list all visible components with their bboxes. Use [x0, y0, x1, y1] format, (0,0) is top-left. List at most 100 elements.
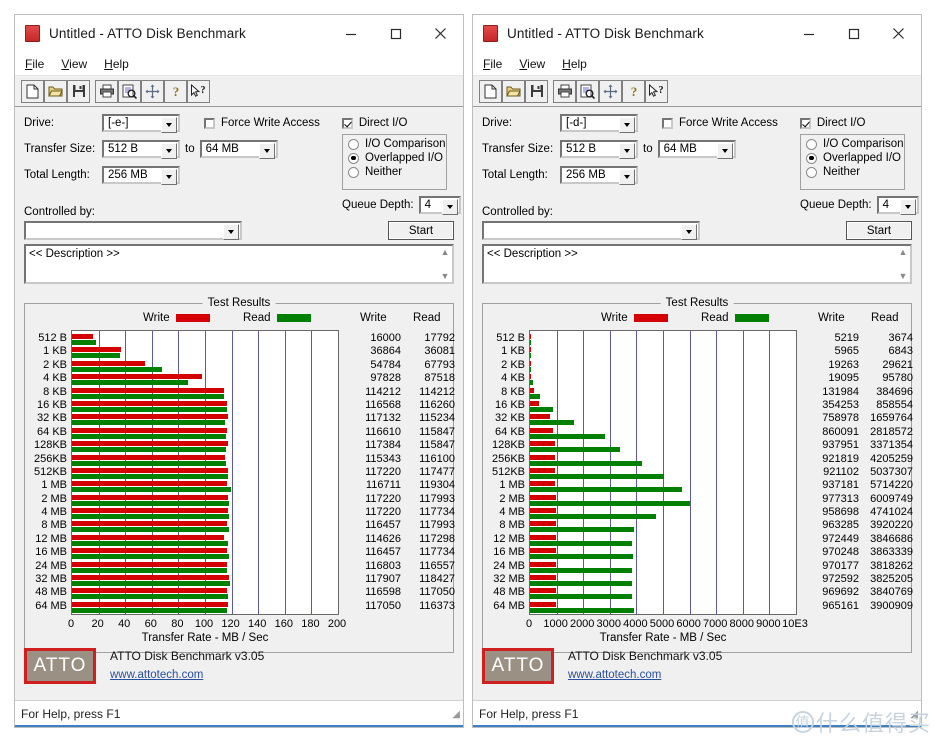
chevron-down-icon[interactable] — [619, 143, 635, 159]
print-preview-icon[interactable] — [118, 79, 141, 103]
transfer-size-from-select[interactable]: 512 B — [102, 140, 180, 159]
scroll-up-icon[interactable]: ▲ — [441, 247, 450, 257]
description-textarea[interactable]: << Description >> ▲ ▼ — [482, 244, 912, 284]
menu-item-help[interactable]: Help — [104, 57, 129, 71]
save-floppy-icon[interactable] — [67, 79, 90, 103]
write-value: 970177 — [822, 559, 859, 572]
x-tick-label: 10E3 — [782, 618, 808, 631]
help-icon[interactable]: ? — [164, 79, 187, 103]
chart-bar-row — [72, 387, 338, 400]
queue-depth-select[interactable]: 4 — [418, 196, 461, 215]
save-floppy-icon[interactable] — [525, 79, 548, 103]
minimize-button[interactable] — [786, 15, 831, 52]
io-comparison-radio[interactable] — [806, 138, 817, 150]
chevron-down-icon[interactable] — [899, 199, 916, 215]
read-value: 5037307 — [870, 465, 913, 478]
atto-website-link[interactable]: www.attotech.com — [568, 666, 722, 684]
direct-io-checkbox[interactable] — [799, 117, 811, 129]
new-document-icon[interactable] — [21, 79, 44, 103]
maximize-button[interactable] — [373, 15, 418, 52]
direct-io-checkbox[interactable] — [341, 117, 353, 129]
start-button[interactable]: Start — [846, 221, 912, 240]
transfer-size-to-value: 64 MB — [205, 143, 239, 155]
category-label: 64 MB — [493, 599, 525, 612]
description-textarea[interactable]: << Description >> ▲ ▼ — [24, 244, 454, 284]
scroll-down-icon[interactable]: ▼ — [899, 271, 908, 281]
context-help-icon[interactable]: ? — [187, 79, 210, 103]
x-tick-label: 60 — [144, 618, 157, 631]
help-icon[interactable]: ? — [622, 79, 645, 103]
io-mode-group: I/O Comparison Overlapped I/O Neither — [342, 134, 447, 190]
chevron-down-icon[interactable] — [258, 143, 275, 159]
write-bar — [530, 334, 531, 339]
chevron-down-icon[interactable] — [161, 169, 177, 185]
queue-depth-select[interactable]: 4 — [876, 196, 919, 215]
description-scrollbar[interactable]: ▲ ▼ — [897, 247, 909, 281]
drive-select[interactable]: [-e-] — [102, 114, 180, 133]
category-label: 64 KB — [495, 425, 525, 438]
chevron-down-icon[interactable] — [441, 199, 458, 215]
minimize-button[interactable] — [328, 15, 373, 52]
open-folder-icon[interactable] — [44, 79, 67, 103]
force-write-access-checkbox[interactable] — [662, 117, 673, 129]
controlled-by-select[interactable] — [482, 221, 700, 240]
write-value: 115343 — [365, 452, 401, 465]
menu-item-file[interactable]: File — [25, 57, 44, 71]
category-label: 48 MB — [493, 586, 525, 599]
test-results-group: Test Results Write Read Write Read 512 B1 KB 2… — [24, 297, 455, 653]
write-value: 972592 — [822, 573, 859, 586]
branding-bar: ATTO ATTO Disk Benchmark v3.05 www.attotec… — [24, 645, 454, 687]
open-folder-icon[interactable] — [502, 79, 525, 103]
io-comparison-radio[interactable] — [348, 138, 359, 150]
chevron-down-icon[interactable] — [681, 224, 697, 240]
close-button[interactable] — [876, 15, 921, 52]
neither-radio[interactable] — [348, 166, 359, 178]
print-icon[interactable] — [95, 79, 118, 103]
new-document-icon[interactable] — [479, 79, 502, 103]
chevron-down-icon[interactable] — [619, 117, 635, 133]
overlapped-io-radio[interactable] — [806, 152, 817, 164]
chevron-down-icon[interactable] — [223, 224, 239, 240]
chevron-down-icon[interactable] — [619, 169, 635, 185]
transfer-size-to-select[interactable]: 64 MB — [657, 140, 736, 159]
maximize-button[interactable] — [831, 15, 876, 52]
atto-website-link[interactable]: www.attotech.com — [110, 666, 264, 684]
window-right[interactable]: Untitled - ATTO Disk Benchmark File View He… — [472, 14, 922, 728]
menu-item-view[interactable]: View — [519, 57, 545, 71]
chevron-down-icon[interactable] — [161, 143, 177, 159]
total-length-select[interactable]: 256 MB — [102, 166, 180, 185]
start-button[interactable]: Start — [388, 221, 454, 240]
print-preview-icon[interactable] — [576, 79, 599, 103]
menu-item-file[interactable]: File — [483, 57, 502, 71]
move-icon[interactable] — [141, 79, 164, 103]
scroll-up-icon[interactable]: ▲ — [899, 247, 908, 257]
transfer-size-from-select[interactable]: 512 B — [560, 140, 638, 159]
chart-bar-row — [530, 520, 796, 533]
drive-select[interactable]: [-d-] — [560, 114, 638, 133]
force-write-access-checkbox[interactable] — [204, 117, 215, 129]
x-tick-label: 1000 — [543, 618, 568, 631]
chevron-down-icon[interactable] — [161, 117, 177, 133]
transfer-size-label: Transfer Size: — [24, 143, 96, 155]
menu-item-view[interactable]: View — [61, 57, 87, 71]
description-scrollbar[interactable]: ▲ ▼ — [439, 247, 451, 281]
context-help-icon[interactable]: ? — [645, 79, 668, 103]
neither-radio[interactable] — [806, 166, 817, 178]
transfer-size-to-select[interactable]: 64 MB — [199, 140, 278, 159]
overlapped-io-radio[interactable] — [348, 152, 359, 164]
controlled-by-select[interactable] — [24, 221, 242, 240]
category-label: 8 MB — [41, 519, 67, 532]
move-icon[interactable] — [599, 79, 622, 103]
chevron-down-icon[interactable] — [716, 143, 733, 159]
total-length-select[interactable]: 256 MB — [560, 166, 638, 185]
close-button[interactable] — [418, 15, 463, 52]
category-label: 2 MB — [41, 492, 67, 505]
read-bar — [72, 554, 229, 560]
transfer-size-to-value: 64 MB — [663, 143, 697, 155]
print-icon[interactable] — [553, 79, 576, 103]
resize-grip-icon[interactable]: ◢ — [452, 709, 460, 720]
scroll-down-icon[interactable]: ▼ — [441, 271, 450, 281]
window-left[interactable]: Untitled - ATTO Disk Benchmark File View He… — [14, 14, 464, 728]
menu-item-help[interactable]: Help — [562, 57, 587, 71]
read-value: 3825205 — [870, 573, 913, 586]
